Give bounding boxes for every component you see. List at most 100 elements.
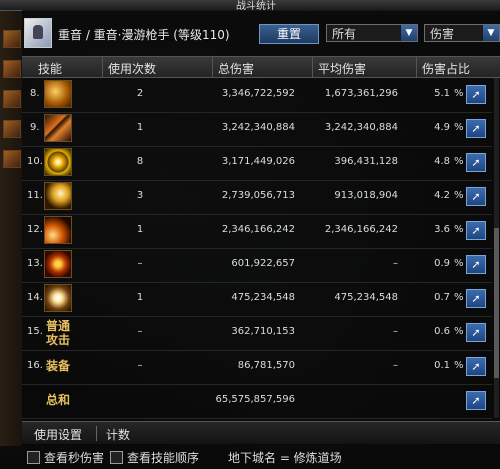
skill-icon: [44, 80, 72, 108]
row-pct: 0.9: [434, 258, 450, 269]
row-count: 1: [136, 292, 144, 303]
row-pct: 5.1: [434, 88, 450, 99]
panel-header: 重音 / 重音·漫游枪手 (等级110) 重置 所有 ▼ 伤害 ▼: [22, 10, 500, 54]
skill-icon: [44, 250, 72, 278]
row-total: 475,234,548: [231, 292, 295, 303]
row-index: 8.: [30, 88, 40, 99]
share-icon[interactable]: ➚: [466, 153, 486, 172]
row-total: 2,346,166,242: [221, 224, 295, 235]
damage-stats-panel: 重音 / 重音·漫游枪手 (等级110) 重置 所有 ▼ 伤害 ▼ 技能 使用次…: [22, 10, 500, 446]
row-avg: 396,431,128: [334, 156, 398, 167]
table-row-total[interactable]: 总和 65,575,857,596 ➚: [22, 384, 492, 419]
table-row[interactable]: 15. 普通攻击 – 362,710,153 – 0.6 % ➚: [22, 316, 492, 351]
row-index: 13.: [27, 258, 43, 269]
table-row[interactable]: 11. 3 2,739,056,713 913,018,904 4.2 % ➚: [22, 180, 492, 215]
column-pct[interactable]: 伤害占比: [415, 57, 470, 77]
skill-slot-icon: [3, 30, 21, 48]
total-label: 总和: [45, 393, 70, 407]
row-pct-symbol: %: [454, 360, 464, 371]
skill-icon: [44, 148, 72, 176]
row-count: 8: [136, 156, 144, 167]
dungeon-name: 地下城名 = 修炼道场: [228, 451, 342, 465]
chevron-down-icon: ▼: [483, 25, 499, 41]
row-count: –: [137, 326, 143, 337]
equipment-label: 装备: [45, 359, 70, 373]
table-row[interactable]: 9. 1 3,242,340,884 3,242,340,884 4.9 % ➚: [22, 112, 492, 147]
share-icon[interactable]: ➚: [466, 85, 486, 104]
row-avg: 913,018,904: [334, 190, 398, 201]
row-pct: 0.7: [434, 292, 450, 303]
skill-icon: [44, 284, 72, 312]
skill-icon: [44, 114, 72, 142]
row-pct-symbol: %: [454, 326, 464, 337]
tab-usage-settings[interactable]: 使用设置: [34, 426, 82, 443]
filter-select-value: 所有: [332, 27, 357, 41]
skill-bar: [0, 10, 22, 455]
share-icon[interactable]: ➚: [466, 221, 486, 240]
row-pct-symbol: %: [454, 224, 464, 235]
row-pct-symbol: %: [454, 292, 464, 303]
type-select-value: 伤害: [430, 27, 455, 41]
share-icon[interactable]: ➚: [466, 357, 486, 376]
row-total: 2,739,056,713: [221, 190, 295, 201]
share-icon[interactable]: ➚: [466, 119, 486, 138]
column-skill[interactable]: 技能: [38, 60, 62, 77]
avatar: [24, 18, 52, 48]
skill-slot-icon: [3, 150, 21, 168]
row-index: 11.: [27, 190, 43, 201]
row-count: 3: [136, 190, 144, 201]
row-count: –: [137, 258, 143, 269]
share-icon[interactable]: ➚: [466, 289, 486, 308]
row-avg: –: [393, 258, 398, 269]
dps-checkbox-label: 查看秒伤害: [44, 451, 105, 465]
table-row[interactable]: 13. – 601,922,657 – 0.9 % ➚: [22, 248, 492, 283]
scrollbar-thumb[interactable]: [494, 228, 499, 378]
table-row[interactable]: 14. 1 475,234,548 475,234,548 0.7 % ➚: [22, 282, 492, 317]
share-icon[interactable]: ➚: [466, 187, 486, 206]
row-avg: 3,242,340,884: [324, 122, 398, 133]
skill-slot-icon: [3, 90, 21, 108]
column-avg[interactable]: 平均伤害: [311, 57, 366, 77]
row-avg: 475,234,548: [334, 292, 398, 303]
row-pct: 0.6: [434, 326, 450, 337]
row-avg: 1,673,361,296: [324, 88, 398, 99]
chevron-down-icon: ▼: [401, 25, 417, 41]
table-row[interactable]: 16. 装备 – 86,781,570 – 0.1 % ➚: [22, 350, 492, 385]
share-icon[interactable]: ➚: [466, 391, 486, 410]
row-index: 16.: [27, 360, 43, 371]
share-icon[interactable]: ➚: [466, 255, 486, 274]
bottom-tabs: 使用设置 计数: [22, 421, 500, 444]
skill-order-checkbox[interactable]: [110, 451, 123, 464]
row-count: 1: [136, 122, 144, 133]
row-avg: –: [393, 360, 398, 371]
row-pct-symbol: %: [454, 88, 464, 99]
row-avg: –: [393, 326, 398, 337]
row-index: 9.: [30, 122, 40, 133]
table-row[interactable]: 12. 1 2,346,166,242 2,346,166,242 3.6 % …: [22, 214, 492, 249]
row-index: 10.: [27, 156, 43, 167]
column-total[interactable]: 总伤害: [211, 57, 254, 77]
tab-count[interactable]: 计数: [106, 426, 130, 443]
dps-checkbox[interactable]: [27, 451, 40, 464]
row-total: 3,242,340,884: [221, 122, 295, 133]
skill-icon: [44, 182, 72, 210]
share-icon[interactable]: ➚: [466, 323, 486, 342]
row-avg: 2,346,166,242: [324, 224, 398, 235]
scrollbar[interactable]: [494, 78, 499, 418]
row-pct: 4.2: [434, 190, 450, 201]
row-total: 65,575,857,596: [215, 394, 295, 405]
row-pct: 4.8: [434, 156, 450, 167]
row-total: 86,781,570: [237, 360, 295, 371]
breadcrumb: 重音 / 重音·漫游枪手 (等级110): [58, 28, 230, 42]
row-count: 2: [136, 88, 144, 99]
reset-button[interactable]: 重置: [259, 24, 319, 44]
row-total: 362,710,153: [231, 326, 295, 337]
row-index: 15.: [27, 326, 43, 337]
type-select[interactable]: 伤害 ▼: [424, 24, 500, 42]
row-index: 12.: [27, 224, 43, 235]
filter-select[interactable]: 所有 ▼: [326, 24, 418, 42]
column-count[interactable]: 使用次数: [101, 57, 156, 77]
table-row[interactable]: 10. 8 3,171,449,026 396,431,128 4.8 % ➚: [22, 146, 492, 181]
row-pct: 4.9: [434, 122, 450, 133]
table-row[interactable]: 8. 2 3,346,722,592 1,673,361,296 5.1 % ➚: [22, 78, 492, 113]
